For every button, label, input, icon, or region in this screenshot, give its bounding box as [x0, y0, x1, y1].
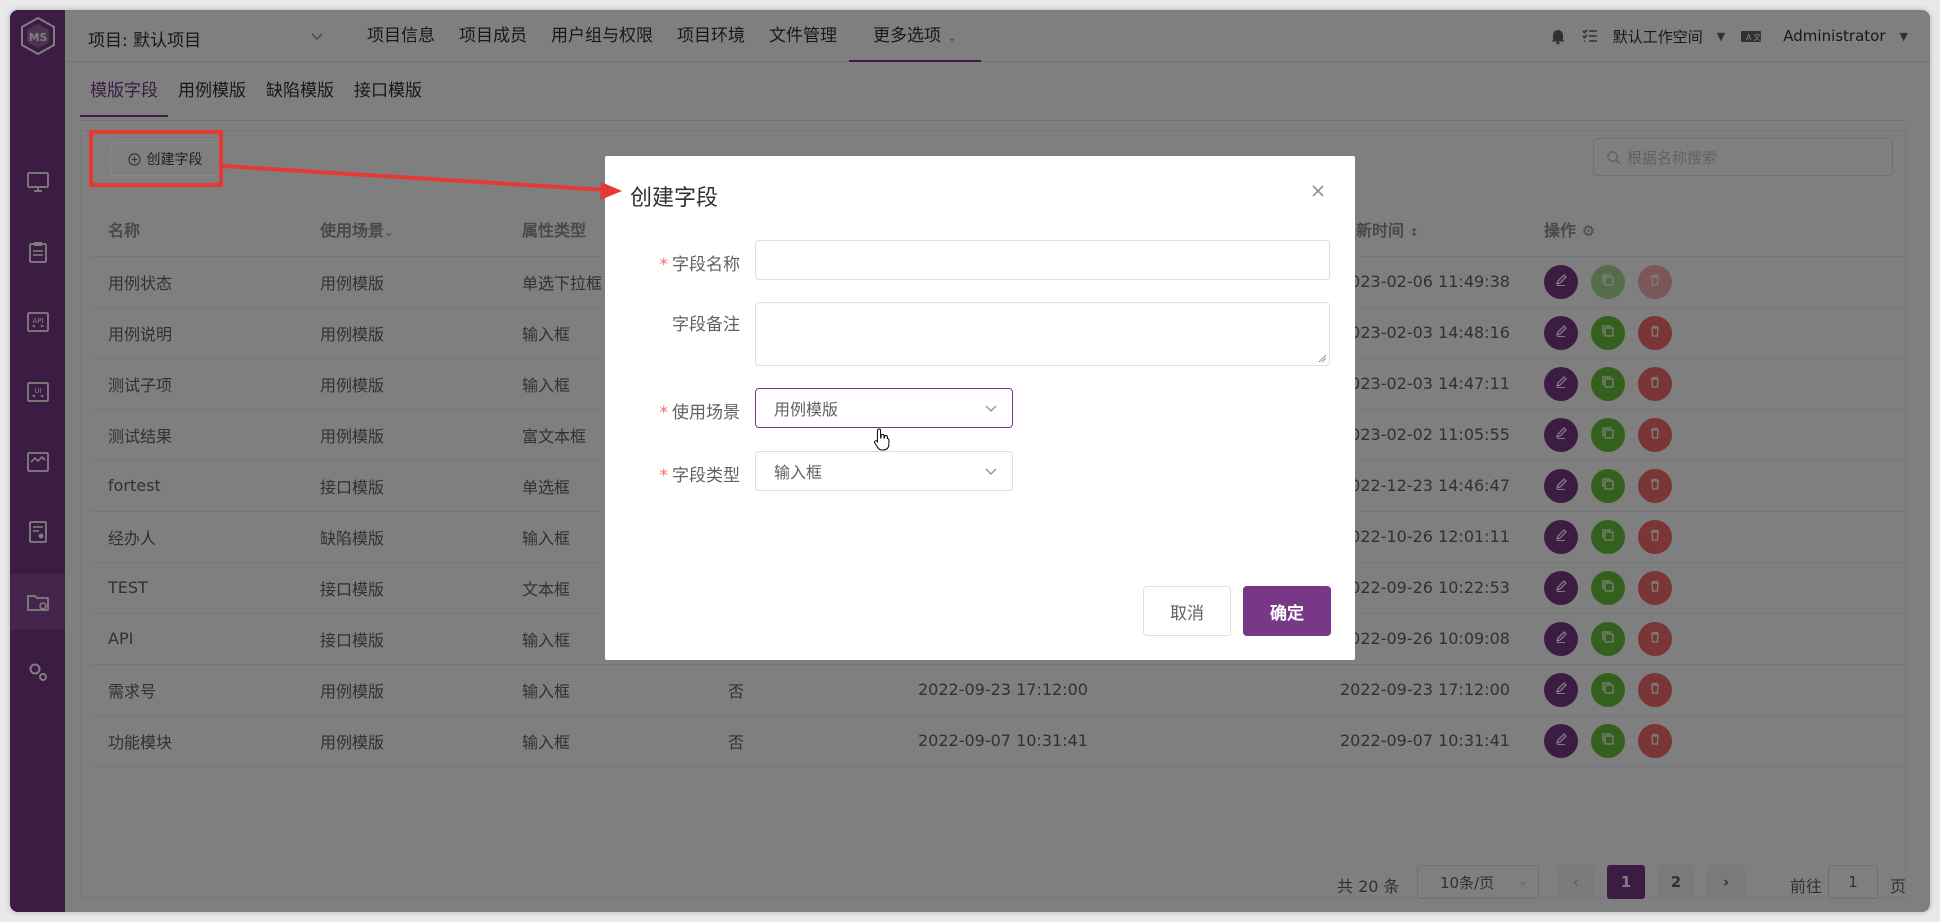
field-remark-textarea[interactable]: [755, 302, 1330, 366]
field-type-label-text: 字段类型: [672, 466, 740, 486]
scene-label-text: 使用场景: [672, 403, 740, 423]
create-field-dialog: 创建字段 *字段名称 字段备注 *使用场景 用例模版 *字段类型 输入框: [605, 156, 1355, 660]
field-type-select-value: 输入框: [774, 463, 823, 482]
confirm-button[interactable]: 确定: [1243, 586, 1331, 636]
required-asterisk: *: [659, 255, 669, 275]
app-window: MS API UI 项目: 默认项目 项目信息: [10, 10, 1930, 912]
field-type-label: * 字段类型: [660, 461, 741, 486]
required-asterisk: *: [659, 403, 669, 423]
chevron-down-icon: [985, 468, 997, 475]
field-name-label: * 字段名称: [660, 250, 741, 275]
resize-handle-icon[interactable]: [1317, 353, 1327, 363]
close-icon[interactable]: [1309, 182, 1327, 200]
dialog-title: 创建字段: [630, 186, 719, 211]
chevron-down-icon: [985, 405, 997, 412]
scene-select[interactable]: 用例模版: [755, 388, 1013, 428]
field-remark-label: 字段备注: [672, 315, 740, 335]
scene-select-value: 用例模版: [774, 400, 839, 419]
scene-label: * 使用场景: [660, 398, 741, 423]
field-name-input[interactable]: [755, 240, 1330, 280]
required-asterisk: *: [659, 466, 669, 486]
cancel-button[interactable]: 取消: [1143, 586, 1231, 636]
hand-cursor-icon: [873, 428, 890, 451]
field-name-label-text: 字段名称: [672, 255, 740, 275]
field-type-select[interactable]: 输入框: [755, 451, 1013, 491]
annotation-highlight-box: [89, 130, 223, 187]
